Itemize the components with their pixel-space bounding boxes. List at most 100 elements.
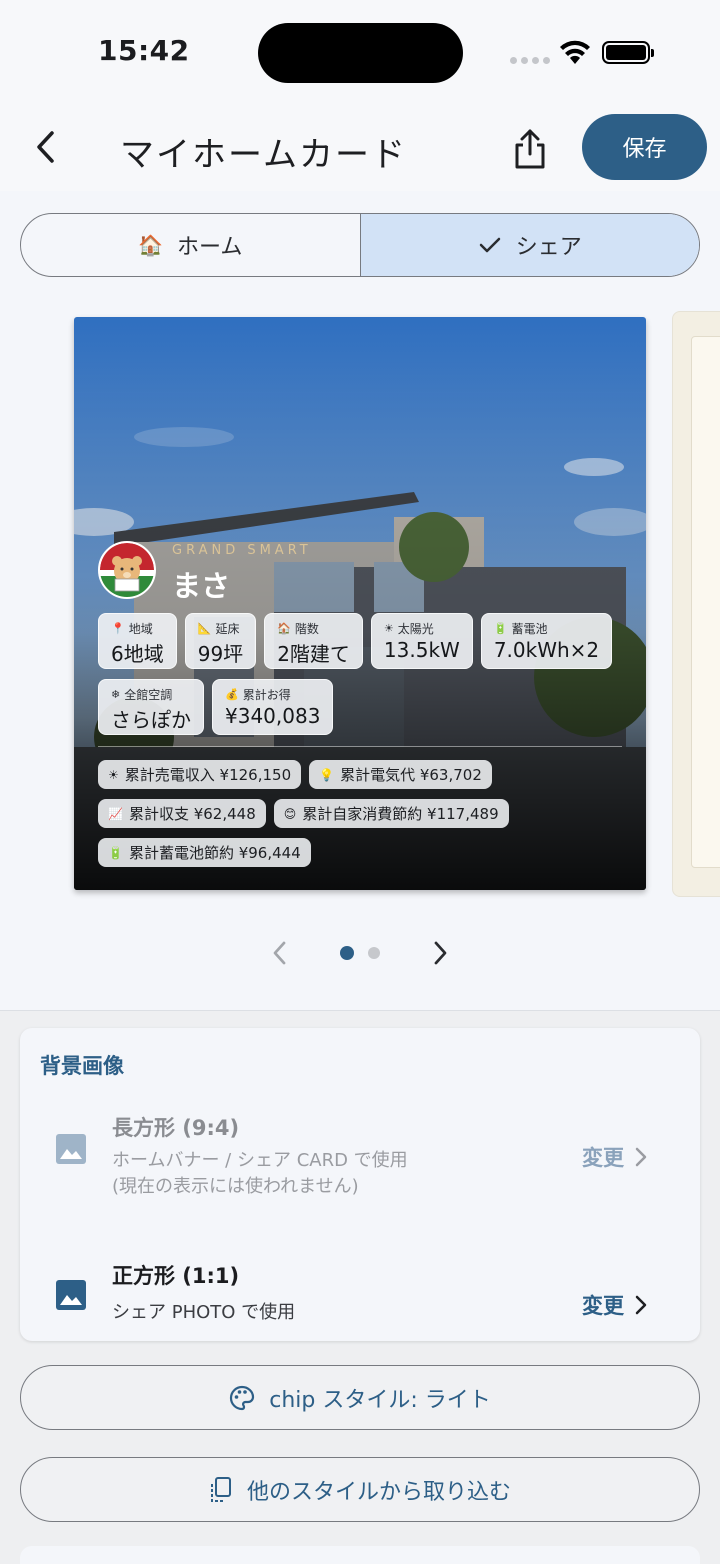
stat-value: さらぽか	[111, 708, 191, 732]
battery-icon: 🔋	[108, 845, 123, 860]
smile-icon: 😊	[283, 806, 297, 821]
stat-label: 太陽光	[397, 622, 434, 636]
stat-chip: 📐 延床 99坪	[184, 613, 257, 669]
chevron-right-icon	[635, 1295, 647, 1315]
total-text: 累計電気代 ¥63,702	[340, 766, 482, 784]
tab-share[interactable]: シェア	[359, 214, 699, 276]
row-title: 長方形 (9:4)	[112, 1116, 240, 1140]
house-icon: 🏠	[277, 622, 291, 635]
square-image-row[interactable]: 正方形 (1:1) シェア PHOTO で使用 変更	[20, 1250, 700, 1346]
user-name: まさ	[172, 569, 231, 603]
share-icon[interactable]	[510, 127, 550, 171]
stat-value: 99坪	[197, 642, 244, 666]
total-pill: ☀ 累計売電収入 ¥126,150	[98, 760, 302, 789]
stat-label: 累計お得	[242, 688, 291, 702]
stat-chips: 📍 地域 6地域 📐 延床 99坪 🏠 階数 2階建て ☀ 太陽光 13.5kW 🔋 蓄電…	[98, 613, 628, 735]
copy-icon	[210, 1476, 231, 1502]
back-chevron-icon[interactable]	[30, 127, 64, 167]
share-card[interactable]: GRAND SMART まさ 📍 地域 6地域 📐 延床 99坪 🏠 階数 2階建て …	[74, 317, 646, 890]
tab-home-label: ホーム	[177, 235, 243, 260]
row-title: 正方形 (1:1)	[112, 1264, 240, 1288]
total-text: 累計蓄電池節約 ¥96,444	[128, 844, 301, 862]
stat-label: 延床	[215, 622, 240, 636]
lightbulb-icon: 💡	[319, 767, 335, 782]
stat-chip: 💰 累計お得 ¥340,083	[212, 679, 334, 735]
change-button[interactable]: 変更	[582, 1142, 648, 1172]
stat-value: 6地域	[111, 642, 164, 666]
chart-icon: 📈	[108, 806, 123, 821]
status-bar: 15:42	[0, 0, 720, 105]
cellular-signal-icon	[510, 57, 550, 64]
background-image-panel: 背景画像 長方形 (9:4) ホームバナー / シェア CARD で使用 (現在…	[20, 1028, 700, 1341]
page-title: マイホームカード	[120, 135, 407, 175]
pin-icon: 📍	[111, 622, 125, 635]
chevron-right-icon	[635, 1147, 647, 1167]
total-pill: 💡 累計電気代 ¥63,702	[309, 760, 492, 789]
check-icon	[479, 237, 500, 253]
stat-chip: 🏠 階数 2階建て	[264, 613, 363, 669]
image-icon	[56, 1134, 86, 1164]
image-icon	[56, 1280, 86, 1310]
snowflake-icon: ❄	[111, 688, 121, 701]
tab-share-label: シェア	[515, 235, 582, 260]
stat-value: ¥340,083	[225, 704, 321, 728]
change-button[interactable]: 変更	[582, 1290, 648, 1320]
mode-segmented-control: 🏠 ホーム シェア	[20, 213, 700, 277]
chevron-left-icon[interactable]	[270, 939, 290, 967]
brand-name: GRAND SMART	[172, 543, 312, 558]
battery-icon: 🔋	[493, 622, 508, 635]
row-subtitle-line: ホームバナー / シェア CARD で使用	[112, 1150, 408, 1171]
stat-chip: 🔋 蓄電池 7.0kWh×2	[480, 613, 613, 669]
stat-value: 2階建て	[277, 642, 350, 666]
chevron-right-icon[interactable]	[430, 939, 450, 967]
row-subtitle: シェア PHOTO で使用	[112, 1302, 296, 1323]
total-pill: 📈 累計収支 ¥62,448	[98, 799, 266, 828]
total-text: 累計売電収入 ¥126,150	[124, 766, 292, 784]
stat-value: 13.5kW	[383, 638, 460, 662]
sun-icon: ☀	[383, 622, 394, 635]
stat-label: 全館空調	[124, 688, 173, 702]
bear-avatar-icon	[100, 543, 154, 597]
import-style-label: 他のスタイルから取り込む	[246, 1479, 511, 1505]
house-icon: 🏠	[138, 233, 164, 257]
ruler-icon: 📐	[197, 622, 212, 635]
avatar	[98, 541, 156, 599]
card-pager	[270, 933, 450, 973]
change-label: 変更	[582, 1146, 624, 1170]
total-pills: ☀ 累計売電収入 ¥126,150 💡 累計電気代 ¥63,702 📈 累計収支 ¥6…	[98, 760, 628, 867]
app-header: マイホームカード 保存	[0, 105, 720, 191]
stat-label: 階数	[294, 622, 319, 636]
total-text: 累計収支 ¥62,448	[128, 805, 256, 823]
page-dot-active[interactable]	[340, 946, 354, 960]
card-preview-section: 🏠 ホーム シェア GRAND SMART まさ 📍 地域 6地域 📐 延床 9…	[0, 191, 720, 1011]
total-text: 累計自家消費節約 ¥117,489	[302, 805, 499, 823]
wifi-icon	[560, 40, 590, 64]
chip-style-button[interactable]: chip スタイル: ライト	[20, 1365, 700, 1430]
total-pill: 🔋 累計蓄電池節約 ¥96,444	[98, 838, 311, 867]
chip-style-label: chip スタイル: ライト	[269, 1387, 491, 1413]
stat-label: 蓄電池	[511, 622, 548, 636]
rect-image-row[interactable]: 長方形 (9:4) ホームバナー / シェア CARD で使用 (現在の表示には…	[20, 1110, 700, 1206]
panel-title: 背景画像	[40, 1054, 124, 1078]
save-button[interactable]: 保存	[582, 114, 707, 180]
stat-chip: ❄ 全館空調 さらぽか	[98, 679, 204, 735]
row-subtitle: ホームバナー / シェア CARD で使用 (現在の表示には使われません)	[112, 1148, 408, 1200]
change-label: 変更	[582, 1294, 624, 1318]
stat-value: 7.0kWh×2	[493, 638, 600, 662]
sun-icon: ☀	[108, 767, 119, 782]
card-divider	[98, 746, 622, 747]
dynamic-island	[258, 23, 463, 83]
stat-chip: ☀ 太陽光 13.5kW	[370, 613, 473, 669]
import-style-button[interactable]: 他のスタイルから取り込む	[20, 1457, 700, 1522]
palette-icon	[230, 1385, 255, 1410]
status-time: 15:42	[98, 34, 190, 67]
stat-chip: 📍 地域 6地域	[98, 613, 177, 669]
row-subtitle-line: (現在の表示には使われません)	[112, 1176, 359, 1197]
total-pill: 😊 累計自家消費節約 ¥117,489	[273, 799, 509, 828]
moneybag-icon: 💰	[225, 688, 239, 701]
page-dot[interactable]	[368, 947, 380, 959]
tab-home[interactable]: 🏠 ホーム	[21, 214, 360, 276]
next-card-peek[interactable]	[672, 311, 720, 897]
battery-icon	[602, 41, 654, 64]
stat-label: 地域	[128, 622, 153, 636]
